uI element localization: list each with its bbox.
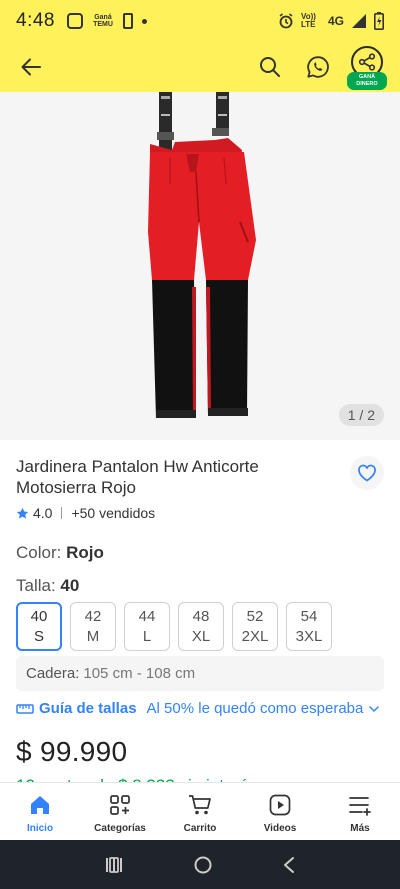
cadera-label: Cadera: — [26, 665, 80, 682]
product-image-gallery[interactable]: 1 / 2 — [0, 92, 400, 440]
ruler-icon — [16, 703, 34, 714]
size-option-42[interactable]: 42 M — [70, 602, 116, 651]
heart-icon — [358, 464, 376, 482]
size-option-44[interactable]: 44 L — [124, 602, 170, 651]
nav-label: Categorías — [94, 823, 146, 834]
size-option-48[interactable]: 48 XL — [178, 602, 224, 651]
phone-notification-icon — [122, 13, 133, 29]
divider — [61, 507, 63, 519]
size-option-40[interactable]: 40 S — [16, 602, 62, 651]
color-selection: Color: Rojo — [16, 543, 104, 563]
size-number: 44 — [138, 607, 156, 625]
nav-carrito[interactable]: Carrito — [160, 783, 240, 840]
search-button[interactable] — [256, 53, 284, 81]
home-circle-icon[interactable] — [193, 855, 213, 875]
more-notifications-dot — [141, 18, 147, 24]
size-letter: 3XL — [295, 627, 323, 645]
size-number: 40 — [30, 607, 48, 625]
battery-icon — [374, 12, 384, 30]
size-option-54[interactable]: 54 3XL — [286, 602, 332, 651]
size-letter: S — [33, 627, 44, 645]
image-counter: 1 / 2 — [338, 404, 384, 426]
home-icon — [28, 793, 52, 817]
gana-dinero-badge: GANÁ DINERO — [347, 72, 387, 90]
sold-count: +50 vendidos — [71, 505, 156, 521]
fit-feedback[interactable]: Al 50% le quedó como esperaba — [147, 700, 364, 717]
product-price: $ 99.990 — [16, 736, 128, 767]
size-number: 54 — [300, 607, 318, 625]
notification-icons: Ganá TEMU — [66, 13, 147, 29]
temu-notification-icon: Ganá TEMU — [93, 14, 113, 28]
share-earn-button[interactable]: GANÁ DINERO — [347, 46, 387, 90]
menu-icon — [348, 793, 372, 817]
hip-measurement: Cadera: 105 cm - 108 cm — [16, 656, 384, 691]
nav-mas[interactable]: Más — [320, 783, 400, 840]
nav-videos[interactable]: Videos — [240, 783, 320, 840]
size-letter: M — [86, 627, 100, 645]
talla-value: 40 — [60, 576, 80, 595]
back-button[interactable] — [18, 54, 44, 80]
share-icon — [358, 53, 376, 71]
talla-label: Talla: — [16, 576, 56, 595]
size-guide-link[interactable]: Guía de tallas — [39, 700, 137, 717]
size-number: 52 — [246, 607, 264, 625]
cart-icon — [188, 793, 212, 817]
signal-icon — [352, 14, 366, 28]
recent-apps-icon[interactable] — [104, 856, 124, 874]
volte-icon: Vo)) LTE — [300, 12, 316, 29]
size-options: 40 S 42 M 44 L 48 XL 52 2XL 54 3XL — [16, 602, 332, 651]
product-image — [148, 92, 256, 418]
size-option-52[interactable]: 52 2XL — [232, 602, 278, 651]
size-letter: XL — [191, 627, 211, 645]
back-arrow-icon — [21, 58, 41, 76]
nav-inicio[interactable]: Inicio — [0, 783, 80, 840]
size-letter: L — [142, 627, 152, 645]
app-notification-icon — [66, 13, 83, 29]
bottom-navigation: Inicio Categorías Carrito Videos Más — [0, 782, 400, 840]
nav-label: Inicio — [26, 823, 54, 834]
size-number: 48 — [192, 607, 210, 625]
status-bar: 4:48 Ganá TEMU Vo)) LTE 4G — [0, 0, 400, 42]
nav-label: Más — [350, 823, 370, 834]
rating-value: 4.0 — [33, 505, 53, 521]
nav-label: Carrito — [183, 823, 217, 834]
alarm-icon — [279, 13, 293, 29]
cadera-value: 105 cm - 108 cm — [83, 665, 196, 682]
color-label: Color: — [16, 543, 62, 562]
favorite-button[interactable] — [350, 456, 384, 490]
system-navigation-bar — [0, 840, 400, 889]
whatsapp-icon — [307, 56, 329, 78]
system-status-icons: Vo)) LTE 4G — [278, 12, 384, 30]
rating-row[interactable]: 4.0 +50 vendidos — [16, 505, 155, 521]
chevron-down-icon — [369, 705, 380, 712]
dinero-label: DINERO — [356, 80, 378, 87]
color-value: Rojo — [66, 543, 104, 562]
videos-icon — [268, 793, 292, 817]
size-selection: Talla: 40 — [16, 576, 79, 596]
search-icon — [260, 57, 280, 77]
size-guide-row[interactable]: Guía de tallas Al 50% le quedó como espe… — [16, 700, 386, 717]
nav-label: Videos — [263, 823, 297, 834]
star-icon — [16, 507, 29, 519]
app-bar: GANÁ DINERO — [0, 42, 400, 92]
categories-icon — [108, 793, 132, 817]
whatsapp-share-button[interactable] — [304, 53, 332, 81]
size-number: 42 — [84, 607, 102, 625]
network-type: 4G — [327, 14, 344, 28]
back-triangle-icon[interactable] — [282, 856, 296, 874]
status-time: 4:48 — [16, 10, 55, 31]
product-title: Jardinera Pantalon Hw Anticorte Motosier… — [16, 457, 259, 497]
nav-categorias[interactable]: Categorías — [80, 783, 160, 840]
size-letter: 2XL — [241, 627, 269, 645]
